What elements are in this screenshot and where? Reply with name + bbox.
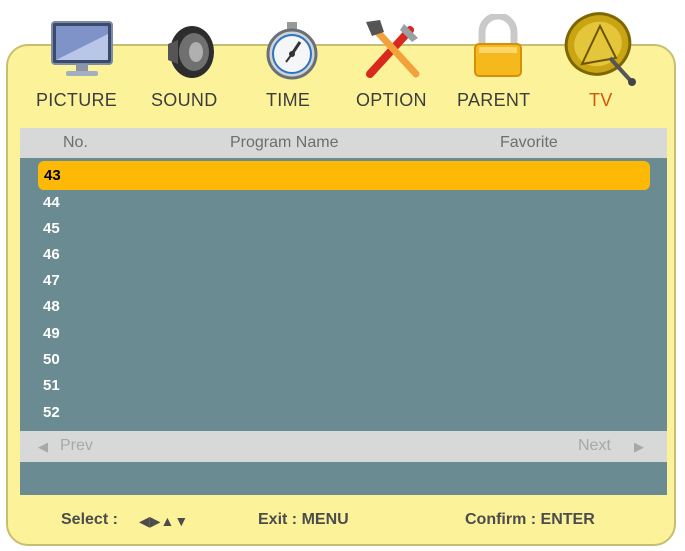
tab-time[interactable]: TIME <box>266 90 310 111</box>
column-header-no: No. <box>63 134 88 151</box>
program-row[interactable]: 49 <box>20 321 163 347</box>
prev-arrow-icon: ◀ <box>38 439 48 454</box>
program-row-selected[interactable]: 43 <box>38 161 650 190</box>
monitor-icon[interactable] <box>50 18 114 80</box>
tab-parent[interactable]: PARENT <box>457 90 530 111</box>
program-row[interactable]: 52 <box>20 400 163 426</box>
satellite-dish-icon[interactable] <box>560 8 646 90</box>
program-list-header: No. Program Name Favorite <box>20 128 667 158</box>
column-header-program-name: Program Name <box>230 134 339 151</box>
next-page-button[interactable]: Next <box>578 437 611 455</box>
select-hint-label: Select : <box>61 511 118 528</box>
padlock-icon[interactable] <box>470 14 526 80</box>
tab-option[interactable]: OPTION <box>356 90 427 111</box>
confirm-hint: Confirm : ENTER <box>465 511 595 528</box>
tab-tv[interactable]: TV <box>589 90 613 111</box>
direction-arrows-icon: ◀▶▲▼ <box>139 513 189 529</box>
program-row[interactable]: 47 <box>20 268 163 294</box>
stopwatch-icon[interactable] <box>262 20 322 80</box>
tools-icon[interactable] <box>360 16 426 82</box>
column-header-favorite: Favorite <box>500 134 558 151</box>
program-row[interactable]: 45 <box>20 216 163 242</box>
program-row[interactable]: 44 <box>20 190 163 216</box>
exit-hint: Exit : MENU <box>258 511 349 528</box>
prev-page-button[interactable]: Prev <box>60 437 93 455</box>
program-row[interactable]: 50 <box>20 347 163 373</box>
program-row[interactable]: 46 <box>20 242 163 268</box>
program-row[interactable]: 51 <box>20 373 163 399</box>
tab-picture[interactable]: PICTURE <box>36 90 117 111</box>
next-arrow-icon: ▶ <box>634 439 644 454</box>
program-row[interactable]: 48 <box>20 294 163 320</box>
tab-sound[interactable]: SOUND <box>151 90 218 111</box>
page-nav-bar: ◀ Prev Next ▶ <box>20 431 667 462</box>
speaker-icon[interactable] <box>162 20 218 80</box>
menu-tabs: PICTURE SOUND TIME OPTION PARENT TV <box>0 90 685 118</box>
menu-icon-strip <box>0 0 685 90</box>
